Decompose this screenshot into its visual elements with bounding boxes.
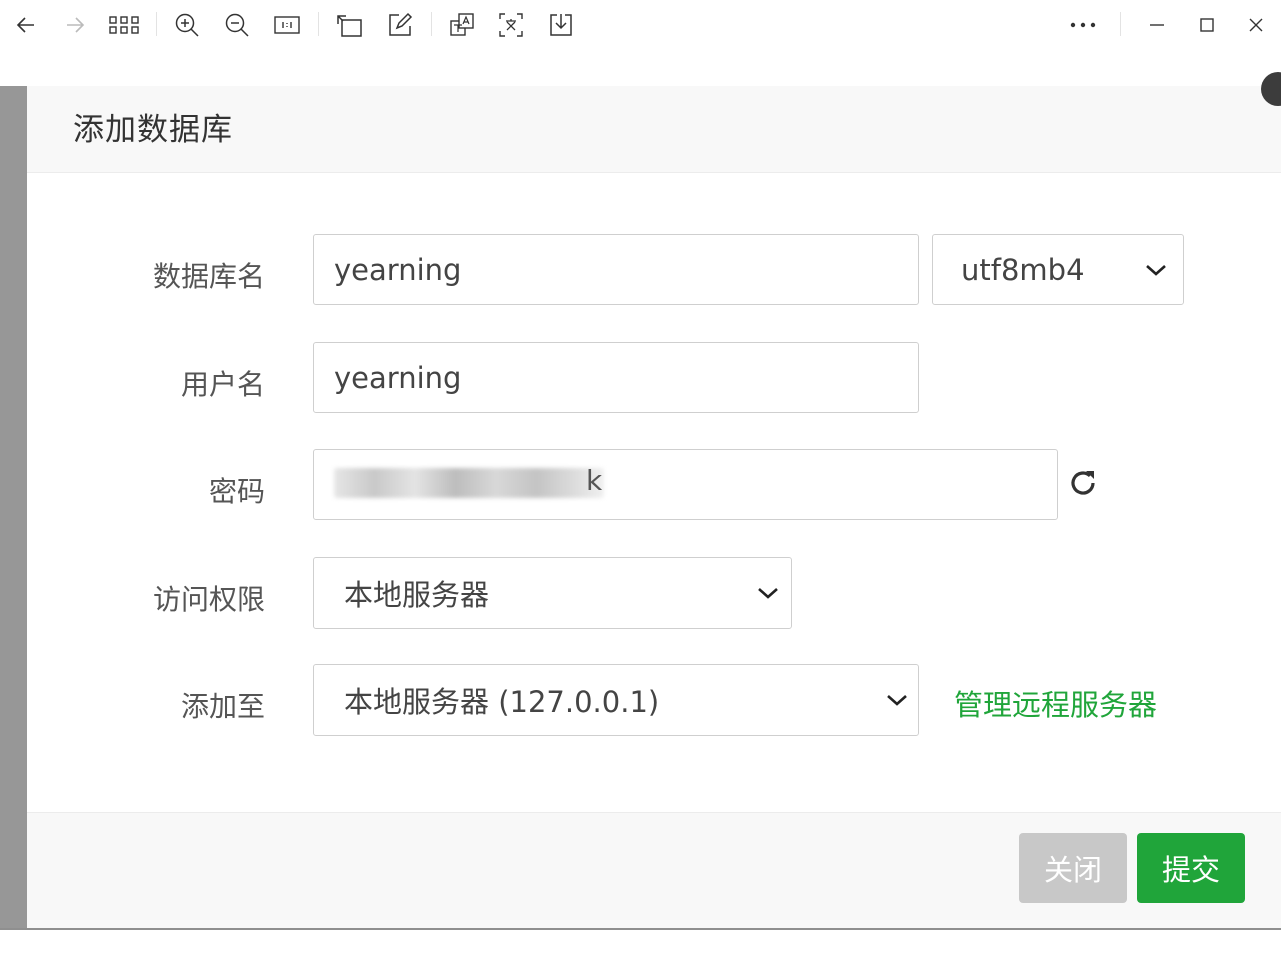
viewer-toolbar (0, 0, 1281, 50)
minimize-icon[interactable] (1140, 8, 1174, 42)
access-label: 访问权限 (152, 583, 265, 616)
server-value: 本地服务器 (127.0.0.1) (344, 685, 660, 719)
chevron-down-icon (1146, 264, 1166, 276)
password-label: 密码 (208, 475, 265, 508)
dialog-header: 添加数据库 (27, 86, 1281, 173)
close-button[interactable]: 关闭 (1019, 833, 1127, 903)
rotate-icon[interactable] (332, 8, 366, 42)
chevron-down-icon (758, 588, 778, 599)
username-label: 用户名 (180, 368, 265, 401)
close-window-icon[interactable] (1239, 8, 1273, 42)
download-icon[interactable] (544, 8, 578, 42)
translate-image-icon[interactable] (445, 8, 479, 42)
server-select[interactable]: 本地服务器 (127.0.0.1) (313, 664, 919, 736)
refresh-password-icon[interactable] (1066, 466, 1100, 500)
add-to-label: 添加至 (180, 690, 265, 723)
chevron-down-icon (887, 695, 907, 706)
password-visible-tail: k (586, 464, 603, 497)
db-name-input[interactable] (313, 234, 919, 305)
text-recognition-icon[interactable] (494, 8, 528, 42)
bottom-strip (0, 928, 1281, 962)
password-input[interactable]: k (313, 449, 1058, 520)
back-arrow-icon[interactable] (9, 8, 43, 42)
more-icon[interactable] (1066, 8, 1100, 42)
access-select[interactable]: 本地服务器 (313, 557, 792, 629)
access-value: 本地服务器 (344, 578, 490, 612)
submit-button[interactable]: 提交 (1137, 833, 1245, 903)
zoom-in-icon[interactable] (170, 8, 204, 42)
backdrop-edge (0, 86, 27, 928)
charset-select[interactable]: utf8mb4 (932, 234, 1184, 305)
charset-value: utf8mb4 (961, 252, 1085, 287)
db-name-label: 数据库名 (152, 260, 265, 293)
actual-size-icon[interactable] (270, 8, 304, 42)
manage-remote-servers-link[interactable]: 管理远程服务器 (954, 682, 1157, 724)
forward-arrow-icon[interactable] (58, 8, 92, 42)
maximize-icon[interactable] (1190, 8, 1224, 42)
password-redacted (334, 468, 604, 498)
grid-view-icon[interactable] (107, 8, 141, 42)
username-input[interactable] (313, 342, 919, 413)
edit-icon[interactable] (383, 8, 417, 42)
zoom-out-icon[interactable] (220, 8, 254, 42)
dialog-title: 添加数据库 (73, 112, 233, 148)
